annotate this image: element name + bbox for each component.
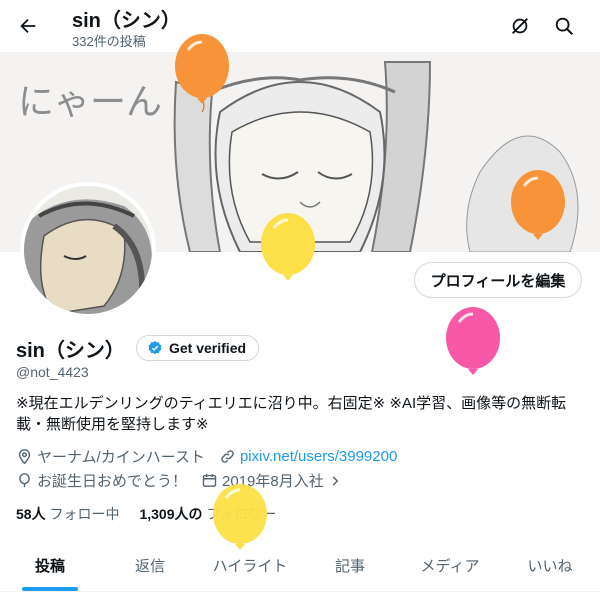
profile-tabs: 投稿 返信 ハイライト 記事 メディア いいね — [0, 540, 600, 592]
tab-replies[interactable]: 返信 — [100, 540, 200, 591]
tab-label: ハイライト — [212, 558, 288, 575]
banner-handwriting: にゃーん — [18, 82, 162, 123]
tab-highlights[interactable]: ハイライト — [200, 540, 300, 591]
tab-media[interactable]: メディア — [400, 540, 500, 591]
follow-stats: 58人 フォロー中 1,309人の フォロワー — [16, 504, 276, 524]
bio-line: ※現在エルデンリングのティエリエに沼り中。右固定※ ※AI学習、画像等の無断転 — [16, 395, 567, 412]
join-date-text: 2019年8月入社 — [222, 473, 324, 490]
top-bar: sin（シン） 332件の投稿 — [0, 0, 600, 52]
active-tab-indicator — [22, 587, 78, 591]
followers-link[interactable]: 1,309人の フォロワー — [139, 504, 276, 524]
verified-badge-icon — [148, 341, 162, 355]
following-label: フォロー中 — [49, 506, 120, 522]
post-count: 332件の投稿 — [72, 34, 146, 49]
tab-posts[interactable]: 投稿 — [0, 540, 100, 591]
back-button[interactable] — [12, 10, 44, 42]
website[interactable]: pixiv.net/users/3999200 — [219, 448, 397, 465]
profile-meta-row-2: お誕生日おめでとう！ 2019年8月入社 — [16, 470, 356, 491]
followers-label: フォロワー — [206, 506, 277, 522]
get-verified-button[interactable]: Get verified — [136, 335, 260, 361]
balloon-pink — [446, 307, 500, 375]
avatar[interactable] — [20, 182, 156, 318]
tab-label: 記事 — [334, 558, 365, 575]
tab-label: メディア — [420, 558, 480, 575]
link-icon — [221, 450, 234, 463]
tab-label: いいね — [527, 558, 573, 575]
bio-line: 載・無断使用を堅持します※ — [16, 416, 209, 433]
tab-likes[interactable]: いいね — [500, 540, 600, 591]
tab-articles[interactable]: 記事 — [300, 540, 400, 591]
birthday-text: お誕生日おめでとう！ — [37, 473, 188, 490]
profile-bio: ※現在エルデンリングのティエリエに沼り中。右固定※ ※AI学習、画像等の無断転 … — [16, 393, 586, 435]
grok-button[interactable] — [504, 10, 536, 42]
website-link[interactable]: pixiv.net/users/3999200 — [240, 448, 397, 465]
balloon-icon — [19, 473, 30, 488]
user-handle: @not_4423 — [16, 364, 89, 380]
grok-icon — [512, 18, 528, 34]
get-verified-label: Get verified — [169, 340, 247, 356]
avatar-illustration — [24, 186, 152, 314]
profile-meta-row: ヤーナム/カインハースト pixiv.net/users/3999200 — [16, 446, 411, 467]
arrow-left-icon — [20, 18, 36, 34]
page-title: sin（シン） — [72, 10, 181, 32]
search-button[interactable] — [548, 10, 580, 42]
search-icon — [555, 17, 573, 35]
edit-profile-button[interactable]: プロフィールを編集 — [414, 262, 582, 298]
display-name: sin（シン） — [16, 340, 125, 362]
location-pin-icon — [18, 449, 31, 465]
followers-count: 1,309人の — [139, 506, 203, 522]
join-date[interactable]: 2019年8月入社 — [201, 470, 342, 491]
following-count: 58人 — [16, 506, 46, 522]
tab-label: 投稿 — [34, 558, 65, 575]
birthday: お誕生日おめでとう！ — [16, 470, 187, 491]
location-text: ヤーナム/カインハースト — [37, 449, 205, 466]
calendar-icon — [202, 474, 217, 487]
chevron-right-icon — [332, 475, 339, 486]
following-link[interactable]: 58人 フォロー中 — [16, 504, 119, 524]
location: ヤーナム/カインハースト — [16, 446, 205, 467]
tab-label: 返信 — [134, 558, 165, 575]
